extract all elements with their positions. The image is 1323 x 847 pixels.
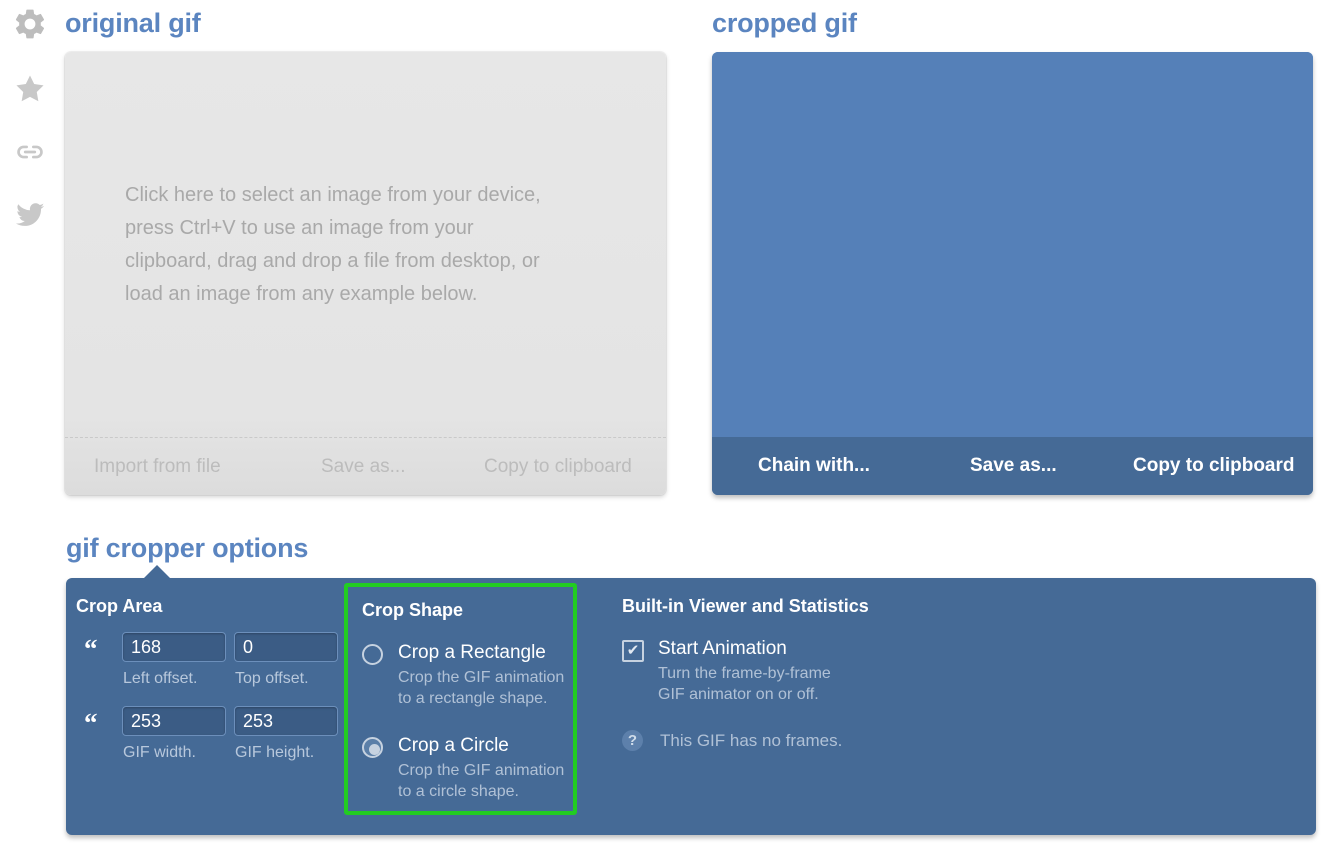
crop-rectangle-desc: Crop the GIF animation to a rectangle sh…: [398, 667, 564, 709]
start-animation-label: Start Animation: [658, 638, 787, 659]
dropzone-hint: Click here to select an image from your …: [125, 179, 541, 311]
quote-icon-size: “: [84, 708, 98, 738]
crop-rectangle-desc-line-1: Crop the GIF animation: [398, 669, 565, 686]
frames-note-text: This GIF has no frames.: [660, 731, 843, 750]
crop-area-heading: Crop Area: [76, 596, 163, 616]
viewer-heading: Built-in Viewer and Statistics: [622, 596, 869, 616]
chain-with-button[interactable]: Chain with...: [758, 455, 870, 477]
start-animation-desc-line-1: Turn the frame-by-frame: [658, 665, 831, 682]
quote-icon-offsets: “: [84, 634, 98, 664]
crop-circle-desc: Crop the GIF animation to a circle shape…: [398, 760, 564, 802]
gif-height-input[interactable]: [234, 706, 338, 736]
twitter-icon[interactable]: [9, 198, 51, 232]
dropzone-hint-line-2: press Ctrl+V to use an image from your: [125, 216, 474, 239]
cropped-copy-to-clipboard-button[interactable]: Copy to clipboard: [1133, 455, 1295, 477]
gear-icon[interactable]: [9, 6, 51, 42]
crop-shape-heading: Crop Shape: [362, 600, 464, 620]
cropped-gif-canvas: [712, 52, 1313, 437]
original-gif-panel[interactable]: Click here to select an image from your …: [65, 52, 666, 495]
top-offset-label: Top offset.: [235, 670, 309, 687]
crop-rectangle-desc-line-2: to a rectangle shape.: [398, 690, 548, 707]
original-save-as-button[interactable]: Save as...: [321, 456, 406, 478]
crop-area-section: Crop Area “ Left offset. Top offset. “ G…: [76, 578, 352, 835]
viewer-statistics-section: Built-in Viewer and Statistics ✔ Start A…: [622, 578, 1022, 835]
star-icon[interactable]: [9, 72, 51, 106]
original-copy-to-clipboard-button[interactable]: Copy to clipboard: [484, 456, 632, 478]
cropped-gif-panel: Chain with... Save as... Copy to clipboa…: [712, 52, 1313, 495]
help-icon[interactable]: ?: [622, 730, 643, 751]
crop-circle-label: Crop a Circle: [398, 735, 509, 756]
crop-circle-desc-line-1: Crop the GIF animation: [398, 762, 565, 779]
gif-cropper-options-panel: Crop Area “ Left offset. Top offset. “ G…: [66, 565, 1316, 835]
start-animation-checkbox[interactable]: ✔: [622, 640, 644, 662]
dropzone-hint-line-1: Click here to select an image from your …: [125, 183, 541, 206]
crop-rectangle-radio[interactable]: [362, 644, 383, 665]
original-gif-toolbar: Import from file Save as... Copy to clip…: [65, 437, 666, 495]
top-offset-input[interactable]: [234, 632, 338, 662]
gif-height-label: GIF height.: [235, 744, 315, 761]
link-icon[interactable]: [9, 136, 51, 168]
panel-notch: [144, 565, 170, 578]
crop-circle-desc-line-2: to a circle shape.: [398, 783, 519, 800]
original-gif-title: original gif: [65, 8, 201, 38]
left-offset-input[interactable]: [122, 632, 226, 662]
start-animation-desc-line-2: GIF animator on or off.: [658, 686, 819, 703]
dropzone-hint-line-3: clipboard, drag and drop a file from des…: [125, 249, 540, 272]
left-offset-label: Left offset.: [123, 670, 198, 687]
gif-width-label: GIF width.: [123, 744, 196, 761]
cropped-gif-toolbar: Chain with... Save as... Copy to clipboa…: [712, 437, 1313, 495]
options-title: gif cropper options: [66, 533, 309, 563]
sidebar-icon-rail: [0, 0, 60, 260]
crop-rectangle-label: Crop a Rectangle: [398, 642, 546, 663]
start-animation-desc: Turn the frame-by-frame GIF animator on …: [658, 663, 831, 705]
crop-circle-radio-dot: [369, 744, 380, 755]
cropped-save-as-button[interactable]: Save as...: [970, 455, 1057, 477]
dropzone-hint-line-4: load an image from any example below.: [125, 282, 478, 305]
crop-shape-section: Crop Shape Crop a Rectangle Crop the GIF…: [344, 583, 577, 815]
cropped-gif-title: cropped gif: [712, 8, 857, 38]
import-from-file-button[interactable]: Import from file: [94, 456, 221, 478]
gif-width-input[interactable]: [122, 706, 226, 736]
crop-circle-radio[interactable]: [362, 737, 383, 758]
image-dropzone[interactable]: Click here to select an image from your …: [65, 52, 666, 437]
app-root: original gif cropped gif gif cropper opt…: [0, 0, 1323, 847]
